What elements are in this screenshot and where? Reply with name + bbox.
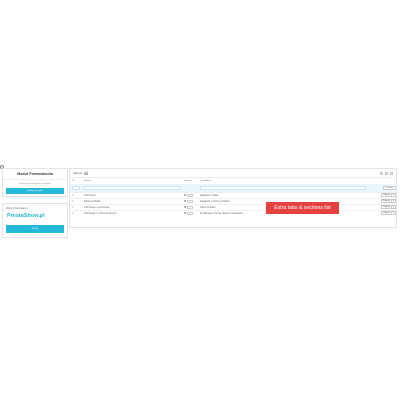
filter-id-input[interactable]	[72, 185, 80, 190]
row-actions: ▾ Edytuj	[368, 209, 398, 216]
row-position[interactable]	[182, 209, 198, 216]
sections-list-panel: Sekcje 6 ID Nazwa Pozycja Opis/Adres Szu…	[69, 168, 398, 228]
sections-table: ID Nazwa Pozycja Opis/Adres Szukaj 1 Inf…	[70, 178, 398, 216]
filter-row: Szukaj	[70, 184, 398, 192]
position-box	[187, 211, 193, 215]
filter-name-input[interactable]	[84, 185, 180, 190]
brand-panel-label: Wyprodukowano	[6, 207, 28, 210]
position-box	[187, 193, 193, 197]
filter-cell-id	[70, 184, 82, 192]
position-box	[187, 205, 193, 209]
filter-search-button[interactable]: Szukaj	[383, 185, 396, 190]
actions-dropdown-button[interactable]: ▾	[391, 211, 396, 216]
panel-header: Sekcje 6	[70, 169, 396, 178]
brand-panel: Wyprodukowano PrestaShow.pl SKLEP	[2, 203, 68, 238]
promo-panel: Moduł Przeszukania Instrukcja konfigurac…	[2, 168, 68, 197]
page-canvas: Moduł Przeszukania Instrukcja konfigurac…	[0, 0, 400, 400]
filter-cell-name	[82, 184, 182, 192]
edit-button[interactable]: Edytuj	[381, 199, 392, 203]
callout-label: Extra tabs & sections list	[266, 202, 339, 214]
configure-button[interactable]: Konfiguruj moduł	[6, 188, 64, 194]
left-sidebar: Moduł Przeszukania Instrukcja konfigurac…	[2, 168, 68, 244]
prestashow-logo: PrestaShow.pl	[7, 213, 45, 219]
add-icon[interactable]	[380, 171, 383, 175]
drag-handle-icon[interactable]	[184, 206, 186, 208]
actions-dropdown-button[interactable]: ▾	[391, 193, 396, 197]
drag-handle-icon[interactable]	[184, 194, 186, 196]
row-name: Informacje o ochronie danych	[82, 209, 182, 216]
sql-icon[interactable]	[390, 171, 393, 175]
row-id: 4	[70, 209, 82, 216]
table-row[interactable]: 4 Informacje o ochronie danych W zakresi…	[70, 209, 398, 216]
shop-button[interactable]: SKLEP	[6, 225, 64, 233]
actions-dropdown-button[interactable]: ▾	[391, 199, 396, 203]
drag-handle-icon[interactable]	[184, 212, 186, 215]
edit-button[interactable]: Edytuj	[381, 211, 392, 216]
position-box	[187, 199, 193, 203]
filter-description-input[interactable]	[200, 185, 366, 190]
edit-button[interactable]: Edytuj	[381, 193, 392, 197]
refresh-icon[interactable]	[385, 171, 388, 175]
count-badge: 6	[84, 171, 88, 175]
filter-cell-position	[182, 184, 198, 192]
promo-panel-title: Moduł Przeszukania	[3, 169, 67, 180]
filter-cell-description	[198, 184, 368, 192]
filter-cell-actions: Szukaj	[368, 184, 398, 192]
panel-title: Sekcje	[73, 171, 83, 175]
promo-panel-hint: Instrukcja konfiguracji modułu	[19, 183, 51, 185]
edit-button[interactable]: Edytuj	[381, 205, 392, 209]
drag-handle-icon[interactable]	[184, 200, 186, 202]
actions-dropdown-button[interactable]: ▾	[391, 205, 396, 209]
